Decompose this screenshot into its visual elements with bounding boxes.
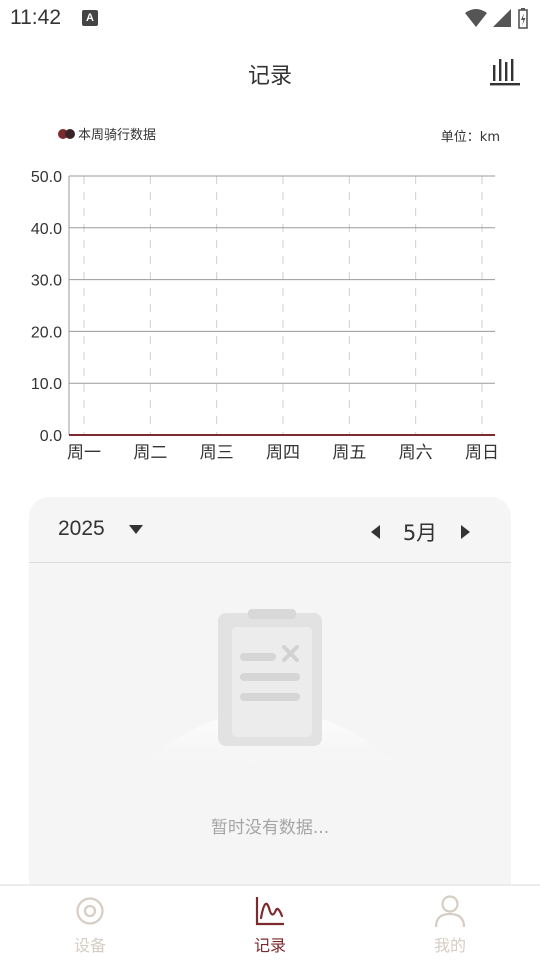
prev-month-icon[interactable] bbox=[365, 519, 385, 545]
bar-chart-icon[interactable] bbox=[488, 54, 522, 88]
line-chart-icon bbox=[255, 897, 284, 926]
page-title: 记录 bbox=[247, 64, 292, 89]
legend-label: 本周骑行数据 bbox=[78, 128, 157, 143]
status-icons bbox=[464, 7, 530, 29]
x-tick-label: 周一 bbox=[67, 443, 101, 463]
status-time: 11:42 bbox=[10, 6, 61, 29]
next-month-icon[interactable] bbox=[455, 519, 475, 545]
x-tick-label: 周六 bbox=[399, 443, 433, 463]
y-tick-label: 30.0 bbox=[31, 273, 62, 290]
empty-clipboard-icon bbox=[129, 609, 411, 775]
signal-icon bbox=[493, 9, 511, 27]
status-bar: 11:42 A bbox=[0, 0, 540, 36]
y-tick-label: 50.0 bbox=[31, 169, 62, 186]
legend-marker-icon bbox=[58, 128, 75, 139]
year-select[interactable]: 2025 bbox=[58, 517, 143, 541]
bottom-nav: 设备 记录 我的 bbox=[0, 884, 540, 960]
y-tick-label: 0.0 bbox=[40, 428, 62, 445]
caret-down-icon bbox=[128, 524, 143, 534]
month-nav: 5月 bbox=[365, 517, 475, 547]
x-tick-label: 周四 bbox=[266, 443, 300, 463]
x-tick-label: 周日 bbox=[465, 443, 499, 463]
y-tick-label: 40.0 bbox=[31, 221, 62, 238]
month-value: 5月 bbox=[402, 521, 438, 545]
notification-a-icon: A bbox=[82, 10, 98, 26]
chart-unit: 单位：km bbox=[440, 130, 500, 145]
device-ring-icon bbox=[76, 897, 104, 925]
nav-item-profile[interactable]: 我的 bbox=[360, 886, 540, 960]
nav-label-records: 记录 bbox=[253, 936, 286, 955]
x-tick-label: 周五 bbox=[332, 443, 366, 463]
divider bbox=[29, 562, 511, 563]
chart-legend: 本周骑行数据 bbox=[58, 124, 156, 143]
x-tick-label: 周三 bbox=[200, 443, 234, 463]
nav-item-device[interactable]: 设备 bbox=[0, 886, 180, 960]
records-card: 2025 5月 暂时没有数据... bbox=[29, 497, 511, 897]
wifi-icon bbox=[465, 9, 487, 27]
weekly-ride-chart: 0.0 10.0 20.0 30.0 40.0 50.0 周一 周二 周三 周四 周五 周六 周日 bbox=[0, 160, 540, 470]
nav-label-device: 设备 bbox=[73, 936, 106, 955]
user-icon bbox=[434, 895, 466, 928]
nav-label-profile: 我的 bbox=[433, 936, 466, 955]
nav-item-records[interactable]: 记录 bbox=[180, 886, 360, 960]
empty-state-text: 暂时没有数据... bbox=[210, 818, 330, 838]
x-tick-label: 周二 bbox=[133, 443, 167, 463]
app-header: 记录 bbox=[0, 36, 540, 108]
chart-svg: 0.0 10.0 20.0 30.0 40.0 50.0 周一 周二 周三 周四 周五 周六 周日 bbox=[31, 169, 499, 463]
y-tick-label: 10.0 bbox=[31, 376, 62, 393]
year-value: 2025 bbox=[58, 517, 105, 540]
y-tick-label: 20.0 bbox=[31, 324, 62, 341]
battery-icon bbox=[518, 8, 528, 29]
